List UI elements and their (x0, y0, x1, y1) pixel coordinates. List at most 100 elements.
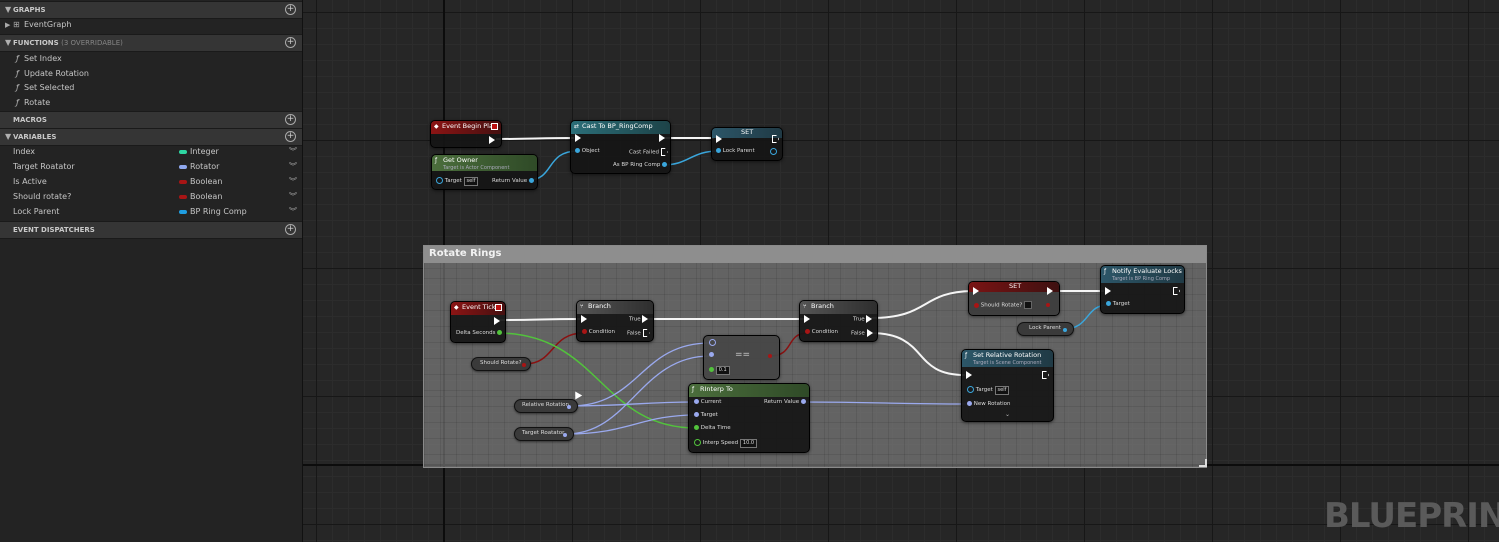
should-rotate-pin-icon[interactable] (974, 302, 979, 308)
chevron-down-icon[interactable]: ︾ (289, 145, 297, 159)
expand-arrow-icon[interactable]: ▶ (5, 18, 10, 32)
equals-rotator-node[interactable]: == 0.1 (703, 335, 780, 380)
event-tick-node[interactable]: ◆ Event Tick Delta Seconds (450, 301, 506, 343)
comment-resize-handle[interactable] (1199, 459, 1207, 467)
variable-item-index[interactable]: Index Integer ︾ (0, 145, 302, 159)
branch-node-1[interactable]: ⑂ Branch True Condition False (576, 300, 654, 342)
tolerance-pin-icon[interactable] (709, 367, 714, 372)
should-rotate-out-pin[interactable] (1046, 302, 1050, 308)
function-item-update-rotation[interactable]: ƒ Update Rotation (0, 67, 302, 81)
object-pin-icon[interactable] (575, 148, 580, 153)
exec-in-pin[interactable] (581, 315, 587, 323)
variable-type[interactable]: BP Ring Comp (190, 205, 247, 219)
set-lock-parent-node[interactable]: SET Lock Parent (711, 127, 783, 161)
cast-failed-pin[interactable] (660, 148, 668, 156)
chevron-down-icon[interactable]: ︾ (289, 205, 297, 219)
variable-type[interactable]: Boolean (190, 190, 222, 204)
return-pin-icon[interactable] (800, 399, 806, 404)
collapse-arrow-icon[interactable]: ▼ (5, 5, 11, 15)
current-pin-icon[interactable] (694, 399, 699, 404)
target-pin-icon[interactable] (694, 412, 699, 417)
expand-chevron-icon[interactable]: ⌄ (1005, 411, 1010, 418)
cast-to-bp-ringcomp-node[interactable]: ⇄ Cast To BP_RingComp Object Cast Failed… (570, 120, 671, 174)
add-variable-plus-icon[interactable]: + (285, 131, 296, 142)
a-pin[interactable] (709, 339, 716, 346)
chevron-down-icon[interactable]: ︾ (289, 160, 297, 174)
variable-item-should-rotate[interactable]: Should rotate? Boolean ︾ (0, 190, 302, 204)
set-should-rotate-node[interactable]: SET Should Rotate? (968, 281, 1060, 316)
target-pin-icon[interactable] (1106, 301, 1111, 306)
variables-section-header[interactable]: ▼ VARIABLES + (0, 128, 302, 146)
as-pin-icon[interactable] (662, 162, 668, 167)
true-exec-pin[interactable] (866, 315, 873, 323)
variable-item-lock-parent[interactable]: Lock Parent BP Ring Comp ︾ (0, 205, 302, 219)
add-function-plus-icon[interactable]: + (285, 37, 296, 48)
collapse-arrow-icon[interactable]: ▼ (5, 38, 11, 48)
chevron-down-icon[interactable]: ︾ (289, 175, 297, 189)
exec-out-pin[interactable] (489, 136, 495, 144)
event-dispatchers-section-header[interactable]: EVENT DISPATCHERS + (0, 221, 302, 239)
function-item-set-selected[interactable]: ƒ Set Selected (0, 81, 302, 95)
exec-in-pin[interactable] (716, 135, 722, 143)
return-pin-icon[interactable] (528, 178, 534, 183)
target-self-field[interactable]: self (994, 386, 1010, 395)
get-should-rotate-node[interactable]: Should Rotate? (471, 357, 531, 371)
delegate-pin-icon[interactable] (491, 123, 498, 130)
false-exec-pin[interactable] (642, 329, 650, 337)
delta-time-pin-icon[interactable] (694, 425, 699, 430)
exec-out-pin[interactable] (494, 317, 500, 325)
get-lock-parent-node[interactable]: Lock Parent (1017, 322, 1074, 336)
set-relative-rotation-node[interactable]: ƒ Set Relative Rotation Target is Scene … (961, 349, 1054, 422)
rinterp-to-node[interactable]: ƒ RInterp To Current Return Value Target… (688, 383, 810, 453)
get-owner-node[interactable]: ƒ Get Owner Target is Actor Component Ta… (431, 154, 538, 190)
comment-title-bar[interactable]: Rotate Rings (424, 246, 1206, 263)
variable-type[interactable]: Boolean (190, 175, 222, 189)
exec-out-pin[interactable] (1173, 287, 1180, 295)
functions-section-header[interactable]: ▼ FUNCTIONS (3 OVERRIDABLE) + (0, 34, 302, 52)
delta-seconds-pin-icon[interactable] (497, 330, 503, 335)
graphs-section-header[interactable]: ▼ GRAPHS + (0, 1, 302, 19)
macros-section-header[interactable]: MACROS + (0, 111, 302, 129)
lock-parent-pin-icon[interactable] (716, 148, 721, 153)
exec-in-pin[interactable] (575, 134, 581, 142)
graph-item-eventgraph[interactable]: ▶ ⊞ EventGraph (0, 18, 302, 32)
should-rotate-checkbox[interactable] (1024, 301, 1033, 309)
exec-in-pin[interactable] (1105, 287, 1111, 295)
target-pin-icon[interactable] (967, 386, 974, 393)
event-begin-play-node[interactable]: ◆ Event Begin Play (430, 120, 502, 148)
get-relative-rotation-node[interactable]: Relative Rotation (514, 399, 578, 413)
exec-in-pin[interactable] (973, 287, 979, 295)
result-pin[interactable] (768, 353, 772, 359)
variable-item-is-active[interactable]: Is Active Boolean ︾ (0, 175, 302, 189)
tolerance-field[interactable]: 0.1 (715, 366, 730, 375)
b-pin[interactable] (709, 352, 714, 358)
notify-evaluate-locks-node[interactable]: ƒ Notify Evaluate Locks Target is BP Rin… (1100, 265, 1185, 314)
function-item-set-index[interactable]: ƒ Set Index (0, 52, 302, 66)
get-target-roatator-node[interactable]: Target Roatator (514, 427, 574, 441)
target-pin-icon[interactable] (436, 177, 443, 184)
chevron-down-icon[interactable]: ︾ (289, 190, 297, 204)
interp-speed-pin-icon[interactable] (694, 439, 701, 446)
exec-in-pin[interactable] (966, 371, 972, 379)
add-graph-plus-icon[interactable]: + (285, 4, 296, 15)
exec-out-pin[interactable] (1047, 287, 1053, 295)
target-self-field[interactable]: self (463, 177, 479, 186)
exec-out-pin[interactable] (772, 135, 779, 143)
collapse-arrow-icon[interactable]: ▼ (5, 132, 11, 142)
add-macro-plus-icon[interactable]: + (285, 114, 296, 125)
new-rotation-pin-icon[interactable] (967, 401, 972, 406)
condition-pin-icon[interactable] (582, 329, 587, 334)
branch-node-2[interactable]: ⑂ Branch True Condition False (799, 300, 878, 342)
add-dispatcher-plus-icon[interactable]: + (285, 224, 296, 235)
variable-item-target-roatator[interactable]: Target Roatator Rotator ︾ (0, 160, 302, 174)
variable-type[interactable]: Integer (190, 145, 219, 159)
interp-speed-field[interactable]: 10.0 (739, 439, 758, 448)
false-exec-pin[interactable] (866, 329, 873, 337)
exec-out-pin[interactable] (1042, 371, 1049, 379)
exec-out-pin[interactable] (659, 134, 665, 142)
condition-pin-icon[interactable] (805, 329, 810, 334)
function-item-rotate[interactable]: ƒ Rotate (0, 96, 302, 110)
true-exec-pin[interactable] (642, 315, 649, 323)
exec-in-pin[interactable] (804, 315, 810, 323)
variable-type[interactable]: Rotator (190, 160, 219, 174)
